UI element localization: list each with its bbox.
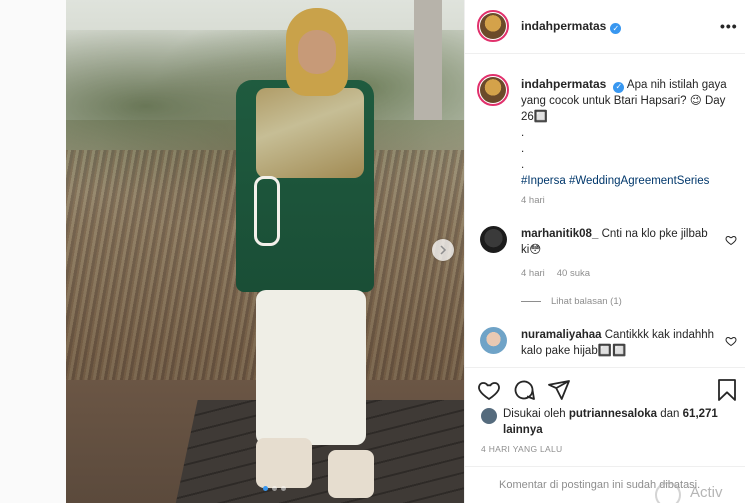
carousel-dot: [272, 486, 277, 491]
next-arrow-icon: [440, 245, 447, 255]
carousel-dot: [263, 486, 268, 491]
avatar[interactable]: [480, 327, 507, 354]
header-username[interactable]: indahpermatas ✓: [521, 19, 622, 34]
watermark-text: Activ: [690, 484, 723, 501]
view-replies[interactable]: Lihat balasan (1): [521, 296, 622, 307]
watermark-logo-icon: [655, 482, 681, 503]
caption-dot: .: [521, 159, 525, 171]
caption-time[interactable]: 4 hari: [521, 195, 545, 206]
image-model: [216, 8, 386, 503]
more-icon[interactable]: •••: [720, 18, 738, 34]
comment-meta: 4 hari 40 suka: [521, 268, 590, 279]
comment-text: marhanitik08_ Cnti na klo pke jilbab ki😳: [521, 226, 717, 258]
model-bow: [254, 176, 280, 246]
comment-time[interactable]: 4 hari: [521, 268, 545, 279]
comment-likes[interactable]: 40 suka: [557, 268, 590, 279]
image-post: [414, 0, 442, 120]
post-time[interactable]: 4 HARI YANG LALU: [481, 444, 563, 454]
likes-user[interactable]: putriannesaloka: [569, 408, 657, 420]
comment-icon[interactable]: [512, 378, 536, 402]
page-gutter: [0, 0, 66, 503]
username-text[interactable]: indahpermatas: [521, 19, 606, 33]
caption-dot: .: [521, 127, 525, 139]
model-boot-right: [328, 450, 374, 498]
avatar[interactable]: [477, 10, 509, 42]
hashtags[interactable]: #Inpersa #WeddingAgreementSeries: [521, 175, 709, 187]
post-header: indahpermatas ✓ •••: [465, 0, 745, 54]
share-icon[interactable]: [547, 378, 571, 402]
avatar[interactable]: [477, 74, 509, 106]
caption-dot: .: [521, 143, 525, 155]
carousel-dot: [281, 486, 286, 491]
comment-username[interactable]: nuramaliyahaa: [521, 329, 602, 341]
verified-icon: ✓: [613, 81, 625, 93]
model-boot-left: [256, 438, 312, 488]
post-panel: indahpermatas ✓ ••• indahpermatas ✓ Apa ni…: [464, 0, 745, 503]
model-cape: [256, 88, 364, 178]
comment-username[interactable]: marhanitik08_: [521, 228, 598, 240]
bookmark-icon[interactable]: [715, 378, 739, 402]
comment-text: nuramaliyahaa Cantikkk kak indahhh kalo …: [521, 327, 717, 359]
caption-body: indahpermatas ✓ Apa nih istilah gaya yang…: [521, 76, 737, 189]
post-image[interactable]: [66, 0, 464, 503]
heart-icon[interactable]: [725, 234, 737, 246]
heart-icon[interactable]: [725, 335, 737, 347]
heart-icon[interactable]: [477, 378, 501, 402]
view-replies-label[interactable]: Lihat balasan (1): [551, 296, 622, 307]
likes-text: Disukai oleh putriannesaloka dan 61,271 …: [503, 406, 733, 438]
likes-connector: dan: [660, 408, 680, 420]
model-pants: [256, 290, 366, 445]
caption-username[interactable]: indahpermatas: [521, 77, 606, 91]
next-button[interactable]: [432, 239, 454, 261]
avatar[interactable]: [481, 408, 497, 424]
model-face: [298, 30, 336, 74]
verified-icon: ✓: [610, 23, 622, 34]
likes-prefix: Disukai oleh: [503, 408, 566, 420]
avatar[interactable]: [480, 226, 507, 253]
carousel-dots: [263, 486, 286, 491]
